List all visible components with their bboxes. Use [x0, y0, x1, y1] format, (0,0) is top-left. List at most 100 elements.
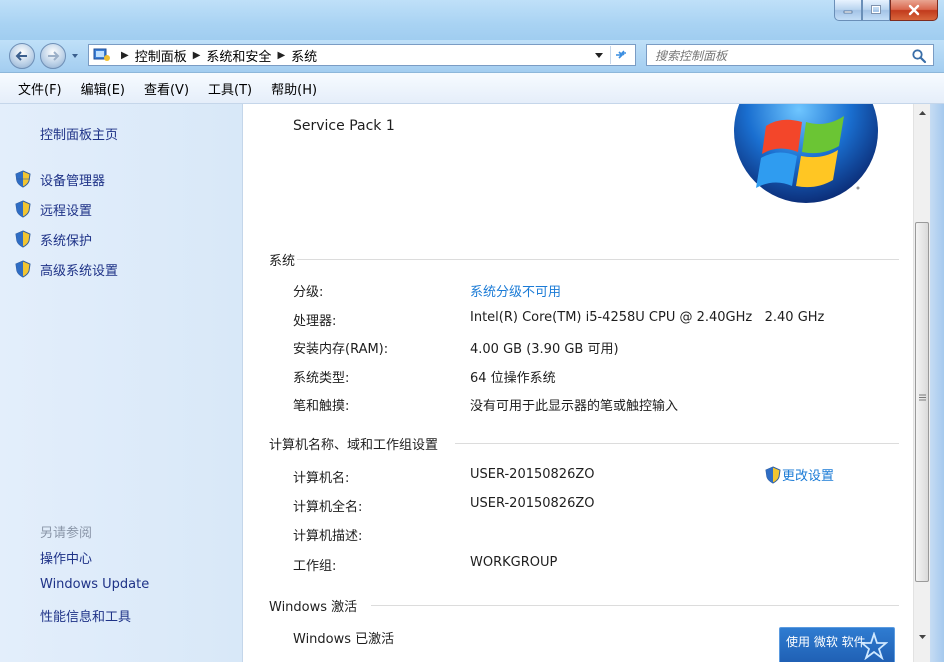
search-icon[interactable] [911, 48, 927, 64]
back-button[interactable] [9, 43, 35, 69]
title-bar [0, 0, 944, 41]
system-type-value: 64 位操作系统 [470, 371, 556, 386]
refresh-icon [616, 50, 626, 59]
recent-pages-dropdown[interactable] [70, 50, 80, 62]
sidebar-control-panel-home[interactable]: 控制面板主页 [40, 124, 118, 143]
refresh-button[interactable] [610, 46, 631, 64]
breadcrumb-separator: ▶ [121, 49, 129, 61]
uac-shield-icon [15, 200, 31, 218]
rating-label: 分级: [293, 285, 324, 300]
section-title: Windows 激活 [269, 600, 358, 615]
breadcrumb-system-security[interactable]: 系统和安全 [206, 46, 271, 65]
computer-description-label: 计算机描述: [293, 529, 363, 544]
chevron-up-icon [919, 110, 926, 115]
change-settings-label: 更改设置 [782, 469, 835, 484]
main-content: Service Pack 1 系统 分级: 系统分级不可用 处理器: Intel… [243, 104, 913, 662]
uac-shield-icon [15, 170, 31, 188]
scrollbar-thumb[interactable] [915, 222, 929, 582]
menu-file[interactable]: 文件(F) [9, 79, 71, 98]
sidebar-task-list: 设备管理器 远程设置 系统保护 高级系统设置 [14, 164, 118, 284]
pen-touch-label: 笔和触摸: [293, 399, 350, 414]
menu-bar: 文件(F) 编辑(E) 查看(V) 工具(T) 帮助(H) [0, 73, 944, 104]
chevron-down-icon [595, 53, 603, 58]
chevron-down-icon [72, 54, 78, 58]
menu-view[interactable]: 查看(V) [135, 79, 198, 98]
close-icon [908, 4, 920, 16]
badge-text: 使用 微软 软件 [786, 635, 866, 649]
see-also-heading: 另请参阅 [40, 526, 93, 541]
forward-button[interactable] [40, 43, 66, 69]
sidebar-item-label: 高级系统设置 [40, 263, 119, 279]
window-controls [834, 0, 938, 22]
sidebar-item-label: 系统保护 [40, 233, 93, 249]
see-also-performance-info[interactable]: 性能信息和工具 [40, 606, 149, 635]
navigation-bar: ▶ 控制面板 ▶ 系统和安全 ▶ 系统 [0, 40, 944, 73]
computer-name-label: 计算机名: [293, 471, 350, 486]
system-section-header: 系统 [269, 250, 899, 269]
control-panel-system-window: ▶ 控制面板 ▶ 系统和安全 ▶ 系统 文件(F) 编辑(E) 查看(V) 工具… [0, 0, 944, 662]
vertical-scrollbar[interactable] [913, 104, 931, 662]
window-frame-edge [930, 104, 944, 662]
workgroup-value: WORKGROUP [470, 555, 558, 570]
chevron-down-icon [919, 634, 926, 639]
search-input[interactable] [653, 47, 907, 65]
menu-tools[interactable]: 工具(T) [199, 79, 261, 98]
maximize-icon [871, 5, 881, 14]
activation-status: Windows 已激活 [293, 632, 395, 647]
breadcrumb-control-panel[interactable]: 控制面板 [135, 46, 187, 65]
computer-name-section-header: 计算机名称、域和工作组设置 [269, 434, 899, 453]
change-settings-link[interactable]: 更改设置 [764, 465, 834, 484]
menu-edit[interactable]: 编辑(E) [72, 79, 134, 98]
section-title: 计算机名称、域和工作组设置 [269, 438, 439, 453]
pen-touch-value: 没有可用于此显示器的笔或触控输入 [470, 399, 679, 414]
workgroup-label: 工作组: [293, 559, 337, 574]
breadcrumb-system[interactable]: 系统 [291, 46, 317, 65]
sidebar: 控制面板主页 设备管理器 远程设置 系统保护 高级系统设置 另请参阅 操作中心 … [0, 104, 243, 662]
see-also-list: 操作中心 Windows Update 性能信息和工具 [40, 548, 149, 635]
minimize-button[interactable] [834, 0, 862, 21]
see-also-action-center[interactable]: 操作中心 [40, 548, 149, 577]
computer-name-value: USER-20150826ZO [470, 467, 595, 482]
processor-label: 处理器: [293, 314, 337, 329]
search-box [646, 44, 934, 66]
scroll-up-button[interactable] [914, 104, 931, 121]
uac-shield-icon [765, 465, 781, 484]
ram-value: 4.00 GB (3.90 GB 可用) [470, 342, 619, 357]
maximize-button[interactable] [862, 0, 890, 21]
breadcrumb-separator: ▶ [277, 49, 286, 61]
minimize-icon [843, 10, 853, 14]
back-arrow-icon [15, 51, 27, 61]
scroll-down-button[interactable] [914, 628, 931, 645]
grip-icon [919, 394, 926, 401]
full-computer-name-value: USER-20150826ZO [470, 496, 595, 511]
sidebar-item-remote-settings[interactable]: 远程设置 [14, 194, 118, 224]
forward-arrow-icon [48, 51, 60, 61]
sidebar-item-label: 远程设置 [40, 203, 93, 219]
uac-shield-icon [15, 260, 31, 278]
address-history-dropdown[interactable] [591, 47, 607, 63]
full-computer-name-label: 计算机全名: [293, 500, 363, 515]
section-title: 系统 [269, 254, 296, 269]
control-panel-icon [93, 48, 110, 61]
ram-label: 安装内存(RAM): [293, 342, 389, 357]
breadcrumb-separator: ▶ [192, 49, 201, 61]
star-icon [860, 632, 888, 660]
rating-link[interactable]: 系统分级不可用 [470, 281, 561, 300]
sidebar-item-device-manager[interactable]: 设备管理器 [14, 164, 118, 194]
processor-value: Intel(R) Core(TM) i5-4258U CPU @ 2.40GHz… [470, 310, 825, 325]
activation-section-header: Windows 激活 [269, 596, 899, 615]
close-button[interactable] [890, 0, 938, 21]
genuine-software-badge[interactable]: 使用 微软 软件 [779, 627, 895, 662]
uac-shield-icon [15, 230, 31, 248]
sidebar-item-system-protection[interactable]: 系统保护 [14, 224, 118, 254]
see-also-windows-update[interactable]: Windows Update [40, 577, 149, 606]
address-bar[interactable]: ▶ 控制面板 ▶ 系统和安全 ▶ 系统 [88, 44, 636, 66]
windows-logo-icon [734, 104, 878, 203]
menu-help[interactable]: 帮助(H) [262, 79, 326, 98]
section-divider [371, 605, 899, 606]
section-divider [455, 443, 899, 444]
sidebar-item-advanced-settings[interactable]: 高级系统设置 [14, 254, 118, 284]
system-type-label: 系统类型: [293, 371, 350, 386]
service-pack-text: Service Pack 1 [293, 118, 395, 134]
section-divider [297, 259, 899, 260]
